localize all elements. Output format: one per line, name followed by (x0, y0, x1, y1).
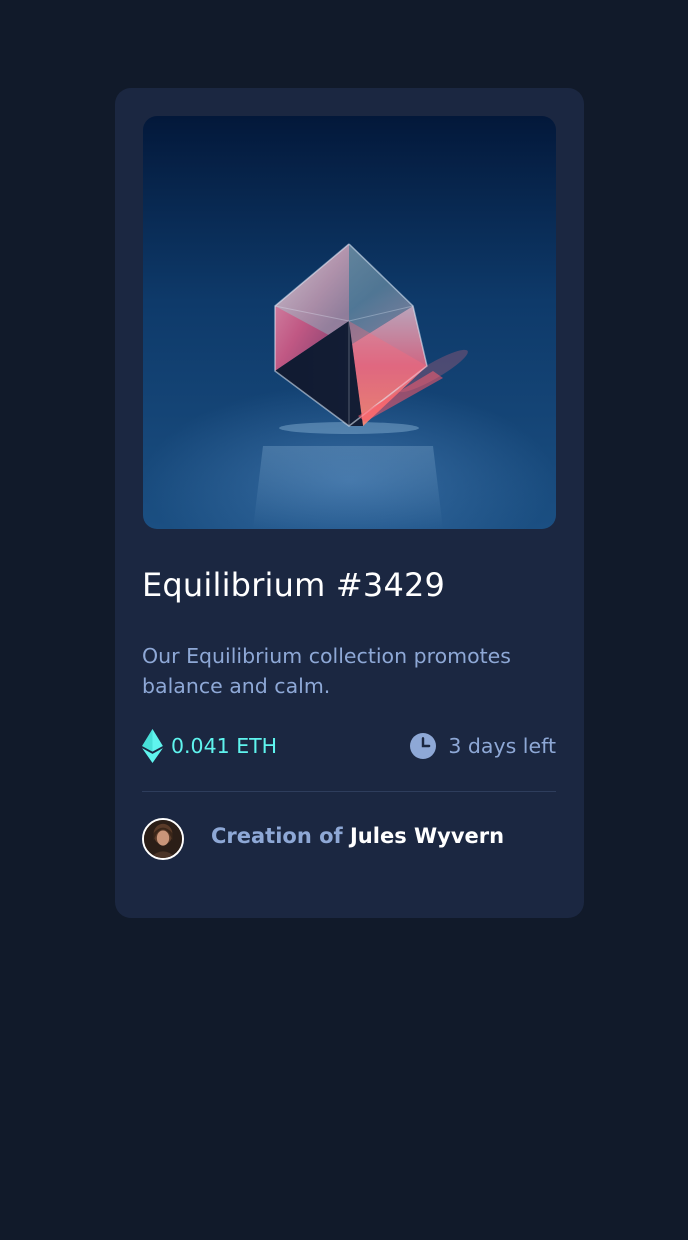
creator-avatar (142, 818, 184, 860)
time-left-value: 3 days left (448, 734, 556, 758)
nft-description: Our Equilibrium collection promotes bala… (142, 644, 511, 698)
creator-name-link[interactable]: Jules Wyvern (350, 824, 504, 848)
nft-meta-row: 0.041 ETH 3 days left (142, 728, 556, 764)
price-info: 0.041 ETH (142, 728, 277, 764)
creator-credit: Creation of Jules Wyvern (211, 824, 504, 848)
clock-icon (410, 733, 437, 759)
nft-card: Equilibrium #3429 Our Equilibrium collec… (115, 88, 584, 918)
price-value: 0.041 ETH (171, 734, 278, 758)
nft-title[interactable]: Equilibrium #3429 (142, 566, 445, 604)
ethereum-icon (142, 729, 163, 763)
creator-prefix: Creation of (211, 824, 350, 848)
time-left-info: 3 days left (410, 728, 556, 764)
creator-row: Creation of Jules Wyvern (142, 818, 556, 862)
nft-preview-image[interactable] (143, 116, 556, 529)
card-divider (142, 791, 556, 792)
